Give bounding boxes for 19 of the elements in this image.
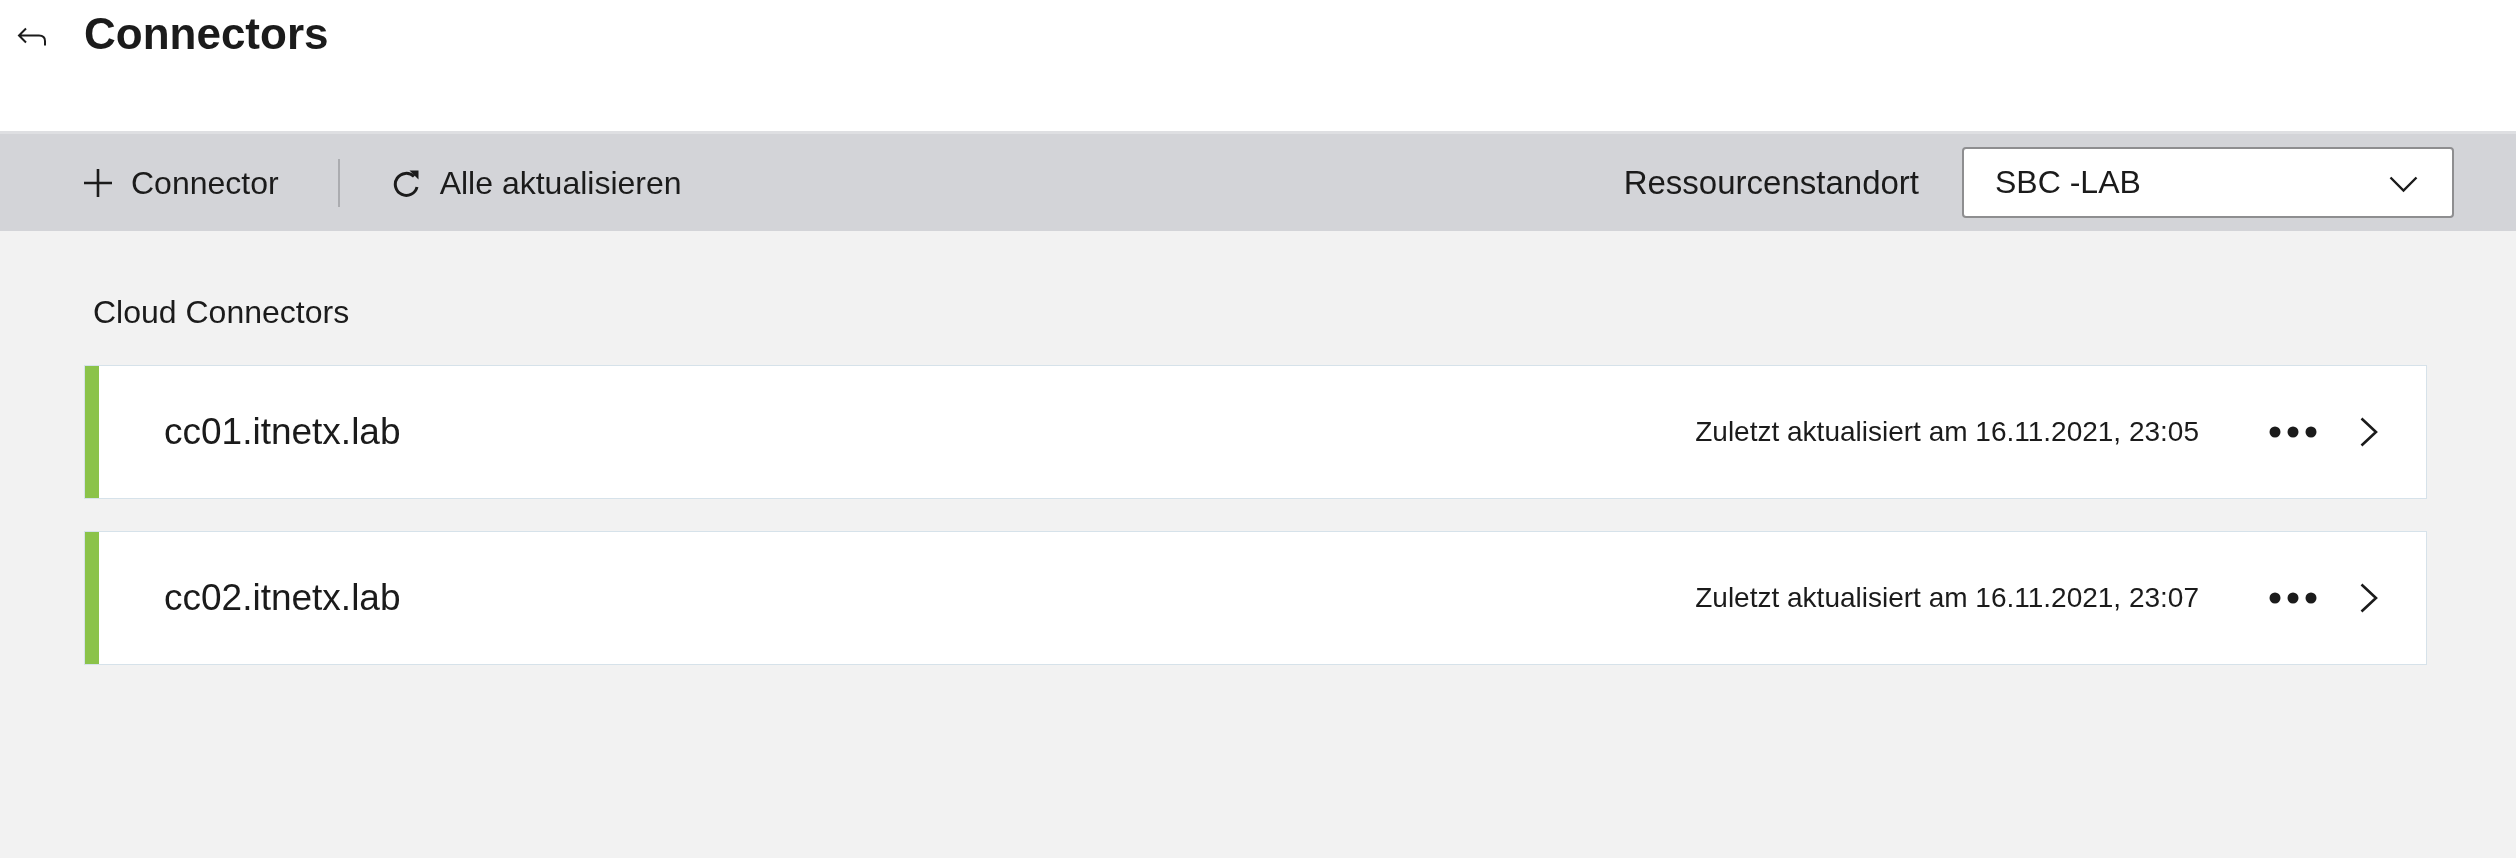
last-updated-text: Zuletzt aktualisiert am 16.11.2021, 23:05 <box>1695 415 2199 449</box>
section-title: Cloud Connectors <box>93 293 350 331</box>
plus-icon <box>83 167 113 198</box>
refresh-button[interactable]: Alle aktualisieren <box>382 155 690 210</box>
back-icon[interactable] <box>17 26 47 46</box>
more-icon[interactable] <box>2269 425 2317 439</box>
page-title: Connectors <box>84 8 329 60</box>
connector-name: cc02.itnetx.lab <box>164 576 402 620</box>
location-label: Ressourcenstandort <box>1623 162 1919 203</box>
add-button[interactable]: Connector <box>75 155 287 210</box>
connector-name: cc01.itnetx.lab <box>164 410 402 454</box>
connector-card[interactable]: cc02.itnetx.lab Zuletzt aktualisiert am 16.11.2021, 23:07 <box>84 531 2427 665</box>
location-dropdown[interactable]: SBC -LAB <box>1962 147 2454 218</box>
chevron-down-icon <box>2389 176 2418 193</box>
chevron-right-icon[interactable] <box>2359 583 2379 613</box>
connector-card[interactable]: cc01.itnetx.lab Zuletzt aktualisiert am 16.11.2021, 23:05 <box>84 365 2427 499</box>
more-icon[interactable] <box>2269 591 2317 605</box>
last-updated-text: Zuletzt aktualisiert am 16.11.2021, 23:07 <box>1695 581 2199 615</box>
chevron-right-icon[interactable] <box>2359 417 2379 447</box>
